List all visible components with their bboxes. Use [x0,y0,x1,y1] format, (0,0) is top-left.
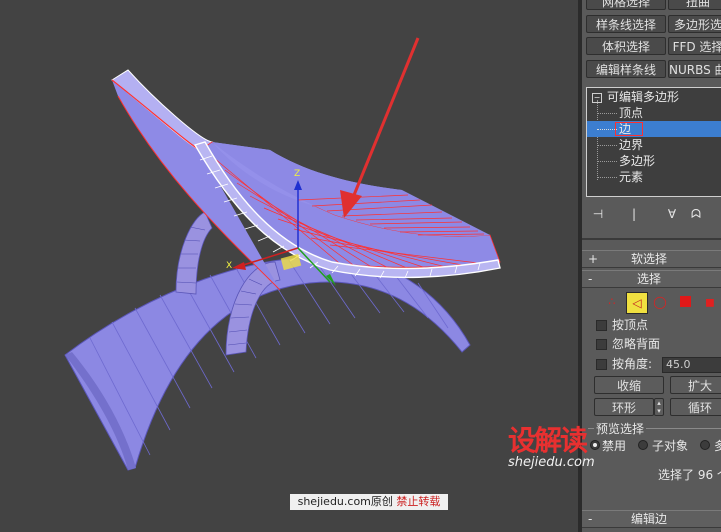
perspective-viewport[interactable]: X Z [0,0,578,532]
by-vertex-label: 按顶点 [612,318,649,332]
preview-subobject-label: 子对象 [652,439,689,453]
spline-select-button[interactable]: 样条线选择 [586,15,666,33]
twist-button[interactable]: 扭曲 [668,0,721,10]
stack-root-editable-poly[interactable]: − 可编辑多边形 [587,89,721,105]
preview-multi-radio[interactable] [700,440,710,450]
by-vertex-checkbox[interactable] [596,320,607,331]
rollout-edit-edges[interactable]: - 编辑边 [582,510,721,528]
remove-modifier-icon[interactable]: ᗣ [688,206,704,222]
pin-stack-icon[interactable]: ⊣ [590,206,606,222]
edge-mode-icon[interactable]: ◁ [626,292,648,314]
watermark-prefix: shejiedu.com原创 [297,495,393,508]
polygon-mode-icon[interactable] [680,296,691,307]
element-mode-icon[interactable]: ◼ [702,294,718,310]
scene-canvas: X Z [64,37,501,471]
watermark-footer: shejiedu.com原创 禁止转载 [290,494,448,510]
modifier-stack[interactable]: − 可编辑多边形 顶点 边 边界 多边形 元素 [586,87,721,197]
command-panel: 网格选择 扭曲 样条线选择 多边形选 体积选择 FFD 选择 编辑样条线 NUR… [582,0,721,532]
svg-text:X: X [226,261,232,271]
ring-button[interactable]: 环形 [594,398,654,416]
ffd-select-button[interactable]: FFD 选择 [668,37,721,55]
by-angle-checkbox[interactable] [596,359,607,370]
watermark-logo-url: shejiedu.com [508,455,595,470]
mesh-select-button[interactable]: 网格选择 [586,0,666,10]
watermark-warning: 禁止转载 [396,495,441,508]
grow-button[interactable]: 扩大 [670,376,721,394]
stack-root-label: 可编辑多边形 [607,90,680,104]
selection-status: 选择了 96 个 [658,468,721,482]
preview-off-label: 禁用 [602,439,627,453]
edit-spline-button[interactable]: 编辑样条线 [586,60,666,78]
show-end-result-icon[interactable]: | [626,206,642,222]
by-angle-label: 按角度: [612,357,653,371]
collapse-icon[interactable]: − [592,93,602,103]
stack-item-element[interactable]: 元素 [587,169,721,185]
nurbs-surface-button[interactable]: NURBS 曲面 [668,60,721,78]
ignore-backfacing-checkbox[interactable] [596,339,607,350]
vertex-mode-icon[interactable]: ∴ [604,294,620,310]
preview-subobject-radio[interactable] [638,440,648,450]
stack-item-polygon[interactable]: 多边形 [587,153,721,169]
stack-item-edge[interactable]: 边 [587,121,721,137]
rollout-selection[interactable]: - 选择 [582,270,721,288]
preview-multi-label: 多 [714,439,721,453]
watermark-logo-text: 设解读 [508,424,588,457]
loop-button[interactable]: 循环 [670,398,721,416]
ring-spinner[interactable]: ▴ ▾ [654,398,664,416]
shrink-button[interactable]: 收缩 [594,376,664,394]
make-unique-icon[interactable]: ∀ [664,206,680,222]
watermark-logo: 设解读 shejiedu.com [508,426,595,470]
rollout-soft-selection[interactable]: + 软选择 [582,250,721,268]
poly-select-button[interactable]: 多边形选 [668,15,721,33]
subobject-level-bar: ∴ ◁ ◯ ◼ [604,292,721,314]
angle-spinner[interactable]: 45.0 [662,357,721,373]
preview-selection-label: 预览选择 [594,420,647,437]
base-platform [64,256,471,471]
volume-select-button[interactable]: 体积选择 [586,37,666,55]
svg-text:Z: Z [294,169,300,179]
stack-toolbar: ⊣ | ∀ ᗣ [582,202,721,226]
ignore-backfacing-label: 忽略背面 [612,337,661,351]
stack-item-border[interactable]: 边界 [587,137,721,153]
border-mode-icon[interactable]: ◯ [652,294,668,310]
stack-item-vertex[interactable]: 顶点 [587,105,721,121]
